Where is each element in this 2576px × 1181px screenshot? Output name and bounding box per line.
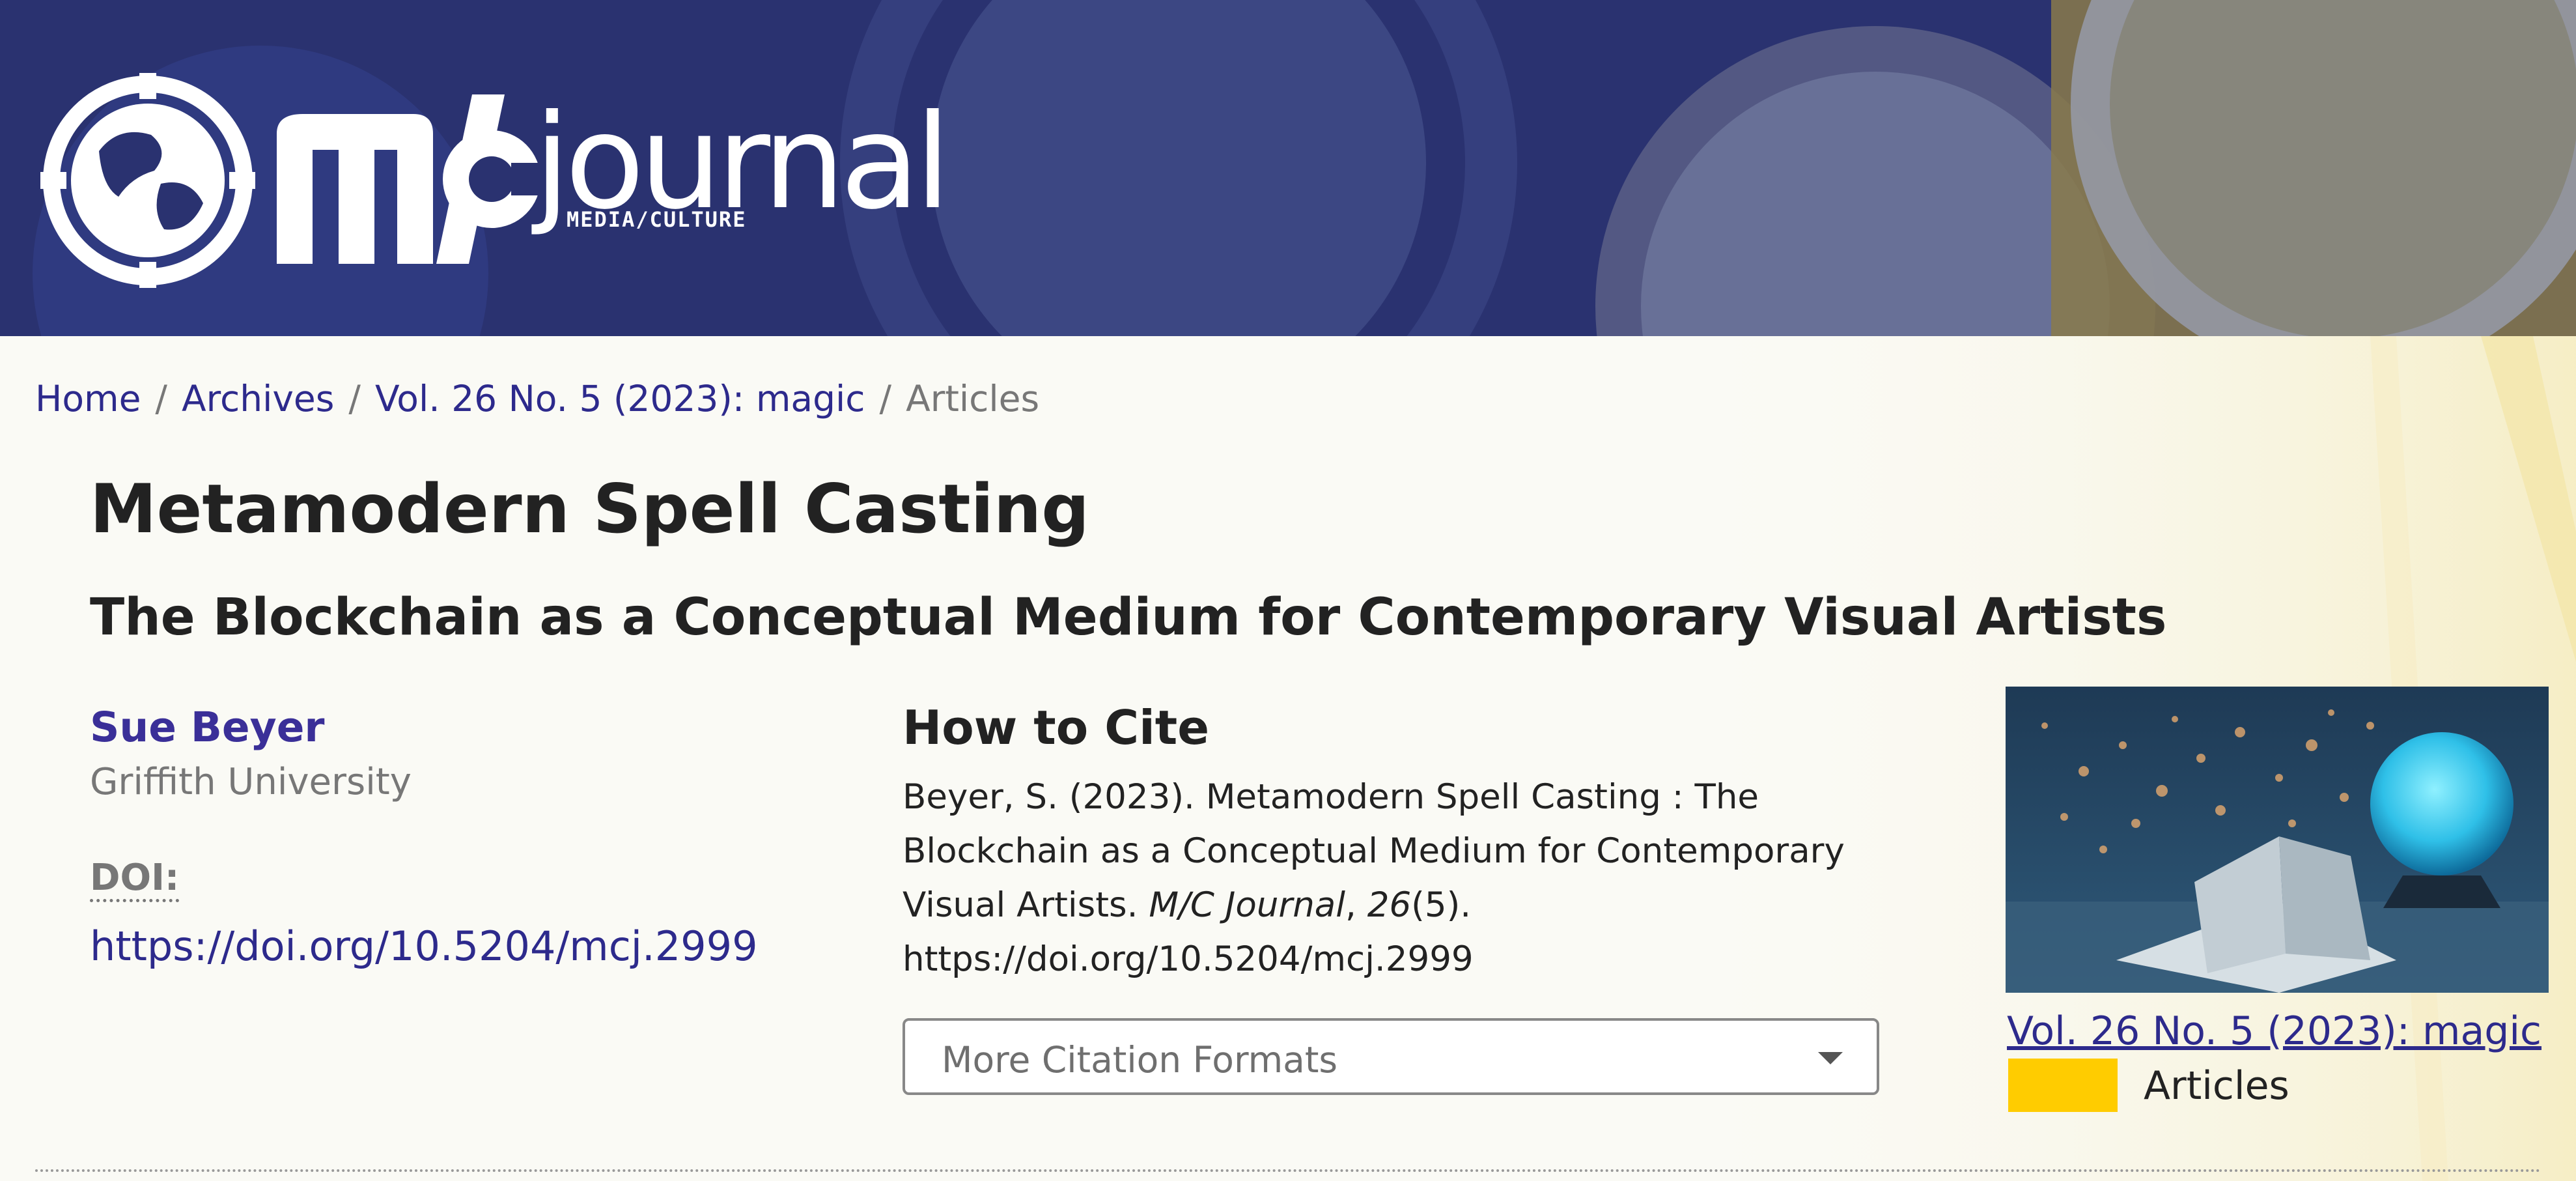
issue-cover-image[interactable]: [2006, 687, 2549, 993]
citation-formats-label: More Citation Formats: [942, 1039, 1338, 1081]
author-name: Sue Beyer: [90, 704, 325, 751]
page-subtitle: The Blockchain as a Conceptual Medium fo…: [90, 588, 2167, 647]
logo-subtext: MEDIA/CULTURE: [567, 207, 747, 232]
breadcrumb-separator: /: [348, 378, 361, 420]
breadcrumb-current: Articles: [906, 378, 1040, 420]
section-label: Articles: [2144, 1063, 2289, 1109]
how-to-cite-heading: How to Cite: [903, 700, 1210, 755]
section-divider: [35, 1169, 2542, 1172]
citation-text: Beyer, S. (2023). Metamodern Spell Casti…: [903, 777, 1845, 979]
citation-volume: 26: [1367, 885, 1412, 925]
citation-doi: https://doi.org/10.5204/mcj.2999: [903, 939, 1474, 979]
breadcrumb-separator: /: [879, 378, 892, 420]
citation-journal: M/C Journal: [1149, 885, 1346, 925]
citation-formats-dropdown[interactable]: More Citation Formats: [903, 1018, 1879, 1095]
breadcrumb-archives[interactable]: Archives: [182, 378, 334, 420]
issue-link[interactable]: Vol. 26 No. 5 (2023): magic: [2007, 1008, 2541, 1054]
breadcrumb-separator: /: [155, 378, 167, 420]
doi-link[interactable]: https://doi.org/10.5204/mcj.2999: [90, 922, 758, 970]
site-header-banner: journal MEDIA/CULTURE: [0, 0, 2576, 336]
citation-issue: (5).: [1411, 885, 1472, 925]
breadcrumb-issue[interactable]: Vol. 26 No. 5 (2023): magic: [375, 378, 865, 420]
doi-label: DOI:: [90, 857, 180, 902]
page-title: Metamodern Spell Casting: [90, 470, 1089, 548]
mc-logo-icon[interactable]: [277, 88, 550, 270]
chevron-down-icon: [1818, 1052, 1843, 1064]
section-color-swatch: [2008, 1059, 2118, 1112]
globe-logo-icon[interactable]: [40, 73, 255, 288]
breadcrumb: Home / Archives / Vol. 26 No. 5 (2023): magi…: [35, 378, 1039, 420]
breadcrumb-home[interactable]: Home: [35, 378, 141, 420]
author-affiliation: Griffith University: [90, 761, 412, 803]
